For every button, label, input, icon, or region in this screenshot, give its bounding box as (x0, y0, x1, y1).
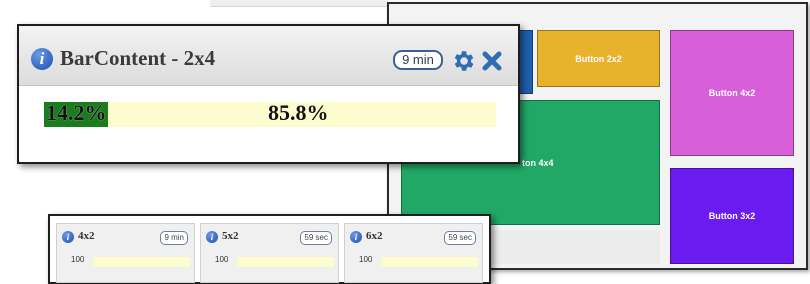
info-icon[interactable]: i (350, 231, 362, 243)
mini-value: 100 (359, 255, 373, 264)
time-badge: 59 sec (300, 231, 332, 245)
info-icon[interactable]: i (62, 231, 74, 243)
widget-title: BarContent - 2x4 (60, 46, 216, 70)
mini-widget-title: 4x2 (78, 230, 95, 242)
progress-right-label: 85.8% (268, 100, 329, 125)
mini-widget-6x2: i 6x2 59 sec 100 (344, 223, 483, 283)
mini-widget-title: 5x2 (222, 230, 239, 242)
progress-left-label: 14.2% (46, 100, 107, 125)
time-badge: 9 min (393, 50, 443, 70)
info-icon[interactable]: i (206, 231, 218, 243)
time-badge: 9 min (160, 231, 188, 245)
mini-widgets-panel: i 4x2 9 min 100 i 5x2 59 sec 100 i 6x2 5… (48, 214, 491, 284)
mini-value: 100 (215, 255, 229, 264)
widget-header: i BarContent - 2x4 9 min (19, 26, 518, 86)
button-2x2[interactable]: Button 2x2 (537, 30, 660, 87)
bar-content-widget: i BarContent - 2x4 9 min 14.2% 85.8% (17, 24, 520, 164)
mini-bar (237, 257, 334, 267)
button-4x2[interactable]: Button 4x2 (670, 30, 794, 156)
mini-bar (93, 257, 190, 267)
mini-widget-4x2: i 4x2 9 min 100 (56, 223, 195, 283)
gear-icon[interactable] (450, 48, 476, 74)
progress-bar: 14.2% 85.8% (44, 100, 496, 127)
button-3x2[interactable]: Button 3x2 (670, 168, 794, 264)
mini-value: 100 (71, 255, 85, 264)
close-icon[interactable] (480, 49, 504, 73)
top-strip (210, 0, 388, 7)
time-badge: 59 sec (444, 231, 476, 245)
mini-bar (381, 257, 478, 267)
info-icon[interactable]: i (31, 48, 53, 70)
mini-widget-title: 6x2 (366, 230, 383, 242)
mini-widget-5x2: i 5x2 59 sec 100 (200, 223, 339, 283)
